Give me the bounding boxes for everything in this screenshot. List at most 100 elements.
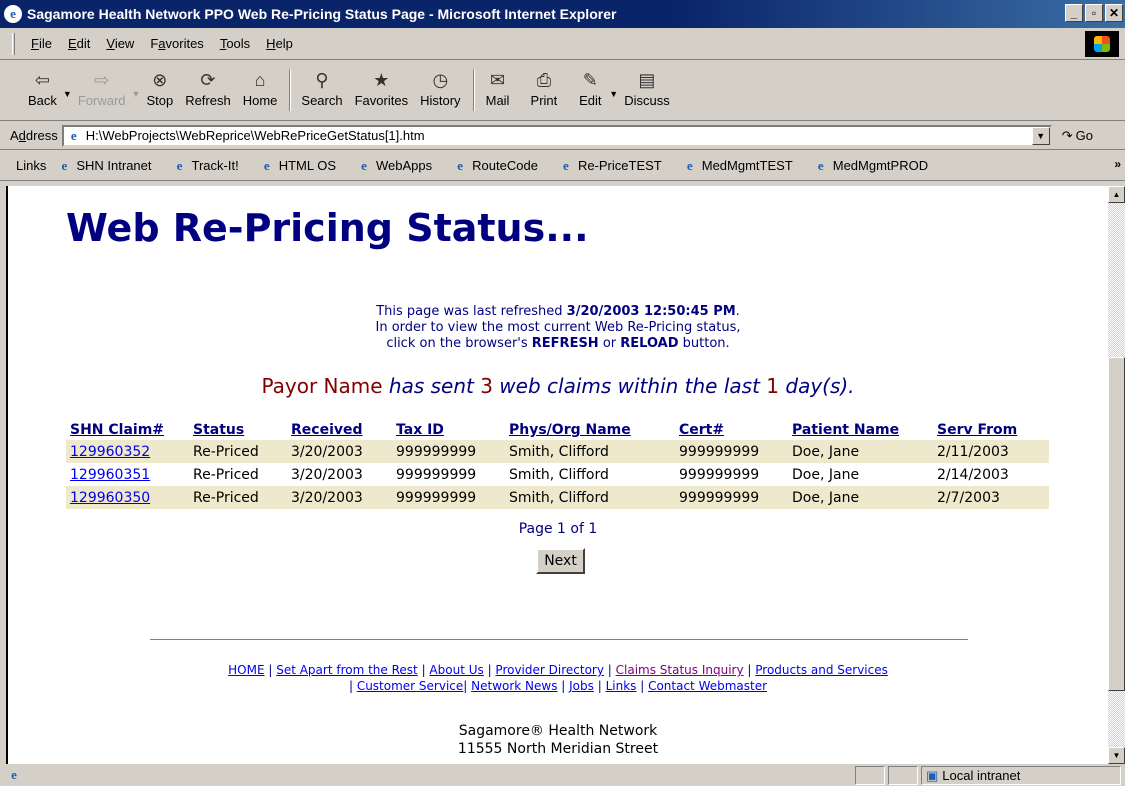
cell-status: Re-Priced: [189, 486, 287, 509]
footer-link-links[interactable]: Links: [606, 679, 637, 693]
refresh-icon: ⟳: [200, 69, 216, 90]
table-row: 129960352 Re-Priced 3/20/2003 999999999 …: [66, 440, 1049, 463]
standard-toolbar: ⇦ Back ▼ ⇨ Forward ▼ ⊗ Stop ⟳ Refresh ⌂ Home …: [0, 61, 1125, 121]
cell-phys-name: Smith, Clifford: [505, 486, 675, 509]
go-button[interactable]: ↷ Go: [1062, 128, 1093, 144]
address-url: H:\WebProjects\WebReprice\WebRePriceGetS…: [85, 128, 425, 143]
maximize-button[interactable]: ▫: [1085, 4, 1103, 22]
menu-grip: [12, 32, 15, 55]
address-dropdown-icon[interactable]: ▼: [1031, 126, 1050, 145]
scroll-down-icon[interactable]: ▼: [1108, 747, 1125, 764]
page-title: Web Re-Pricing Status...: [66, 206, 589, 250]
address-input[interactable]: e H:\WebProjects\WebReprice\WebRePriceGe…: [61, 124, 1052, 147]
cell-tax-id: 999999999: [392, 440, 505, 463]
next-button[interactable]: Next: [536, 548, 585, 574]
links-overflow-icon[interactable]: »: [1114, 157, 1121, 171]
minimize-button[interactable]: _: [1065, 4, 1083, 22]
footer-link-jobs[interactable]: Jobs: [569, 679, 594, 693]
zone-pane: ▣ Local intranet: [921, 766, 1121, 785]
cell-patient: Doe, Jane: [788, 440, 933, 463]
discuss-icon: ▤: [638, 69, 656, 90]
history-button[interactable]: ◷ History: [420, 67, 460, 109]
menu-edit[interactable]: Edit: [60, 34, 98, 53]
back-dropdown-icon[interactable]: ▼: [63, 89, 72, 99]
forward-button[interactable]: ⇨ Forward: [78, 67, 126, 109]
cell-patient: Doe, Jane: [788, 486, 933, 509]
favorites-icon: ★: [373, 69, 390, 90]
window-title-bar[interactable]: e Sagamore Health Network PPO Web Re-Pri…: [0, 0, 1125, 28]
ie-page-icon: e: [61, 157, 68, 173]
footer-link-products-services[interactable]: Products and Services: [755, 663, 888, 677]
favorites-button[interactable]: ★ Favorites: [355, 67, 408, 109]
ie-page-icon: e: [263, 157, 270, 173]
search-button[interactable]: ⚲ Search: [301, 67, 342, 109]
close-button[interactable]: ✕: [1105, 4, 1123, 22]
col-shn-claim[interactable]: SHN Claim#: [66, 420, 189, 440]
horizontal-rule: [150, 639, 968, 641]
link-medmgmt-test[interactable]: e MedMgmtTEST: [682, 158, 793, 174]
footer-link-network-news[interactable]: Network News: [471, 679, 557, 693]
cell-phys-name: Smith, Clifford: [509, 466, 609, 483]
menu-tools[interactable]: Tools: [212, 34, 258, 53]
link-webapps[interactable]: e WebApps: [356, 158, 432, 174]
vertical-scrollbar[interactable]: ▲ ▼: [1108, 186, 1125, 764]
link-track-it[interactable]: e Track-It!: [172, 158, 239, 174]
stop-button[interactable]: ⊗ Stop: [146, 67, 173, 109]
refresh-timestamp: 3/20/2003 12:50:45 PM: [566, 304, 736, 319]
footer-link-customer-service[interactable]: Customer Service: [357, 679, 463, 693]
claim-link[interactable]: 129960351: [70, 467, 150, 483]
col-tax-id[interactable]: Tax ID: [392, 420, 505, 440]
footer-link-set-apart[interactable]: Set Apart from the Rest: [276, 663, 418, 677]
scroll-thumb[interactable]: [1108, 357, 1125, 691]
link-html-os[interactable]: e HTML OS: [259, 158, 336, 174]
col-cert[interactable]: Cert#: [675, 420, 788, 440]
scroll-up-icon[interactable]: ▲: [1108, 186, 1125, 203]
refresh-button[interactable]: ⟳ Refresh: [185, 67, 231, 109]
refresh-info: This page was last refreshed 3/20/2003 1…: [375, 304, 741, 351]
table-row: 129960350 Re-Priced 3/20/2003 999999999 …: [66, 486, 1049, 509]
cell-patient: Doe, Jane: [792, 466, 860, 483]
mail-icon: ✉: [489, 69, 506, 90]
discuss-button[interactable]: ▤ Discuss: [624, 67, 670, 109]
col-status[interactable]: Status: [189, 420, 287, 440]
col-patient-name[interactable]: Patient Name: [788, 420, 933, 440]
home-button[interactable]: ⌂ Home: [243, 67, 278, 109]
intranet-zone-icon: ▣: [926, 767, 939, 783]
links-bar: Links e SHN Intranet e Track-It! e HTML OS …: [0, 151, 1125, 181]
windows-logo-icon: [1085, 31, 1119, 57]
menu-view[interactable]: View: [98, 34, 142, 53]
col-received[interactable]: Received: [287, 420, 392, 440]
day-count: 1: [766, 374, 780, 398]
menu-file[interactable]: File: [23, 34, 60, 53]
forward-dropdown-icon[interactable]: ▼: [132, 89, 141, 99]
link-reprice-test[interactable]: e Re-PriceTEST: [558, 158, 662, 174]
col-serv-from[interactable]: Serv From: [933, 420, 1049, 440]
link-routecode[interactable]: e RouteCode: [452, 158, 538, 174]
ie-page-icon: e: [457, 157, 464, 173]
edit-dropdown-icon[interactable]: ▼: [609, 89, 618, 99]
stop-icon: ⊗: [152, 69, 168, 90]
link-shn-intranet[interactable]: e SHN Intranet: [56, 158, 151, 174]
claim-link[interactable]: 129960352: [70, 444, 150, 460]
footer-link-contact-webmaster[interactable]: Contact Webmaster: [648, 679, 767, 693]
mail-button[interactable]: ✉ Mail: [485, 67, 511, 109]
footer-link-home[interactable]: HOME: [228, 663, 264, 677]
cell-cert: 999999999: [675, 486, 788, 509]
back-button[interactable]: ⇦ Back: [28, 67, 57, 109]
forward-arrow-icon: ⇨: [94, 69, 110, 90]
ie-page-icon: e: [361, 157, 367, 173]
menu-help[interactable]: Help: [258, 34, 301, 53]
footer-link-about-us[interactable]: About Us: [429, 663, 483, 677]
cell-tax-id: 999999999: [396, 466, 477, 483]
page-content: Web Re-Pricing Status... This page was l…: [8, 186, 1108, 764]
link-medmgmt-prod[interactable]: e MedMgmtPROD: [813, 158, 928, 174]
print-button[interactable]: ⎙ Print: [531, 67, 558, 109]
status-page-icon: e: [11, 767, 17, 782]
ie-page-icon: e: [817, 157, 824, 173]
footer-link-provider-directory[interactable]: Provider Directory: [495, 663, 604, 677]
claim-link[interactable]: 129960350: [70, 490, 150, 506]
col-phys-org-name[interactable]: Phys/Org Name: [505, 420, 675, 440]
menu-favorites[interactable]: Favorites: [142, 34, 211, 53]
edit-button[interactable]: ✎ Edit: [577, 67, 603, 109]
footer-link-claims-status[interactable]: Claims Status Inquiry: [616, 663, 744, 677]
